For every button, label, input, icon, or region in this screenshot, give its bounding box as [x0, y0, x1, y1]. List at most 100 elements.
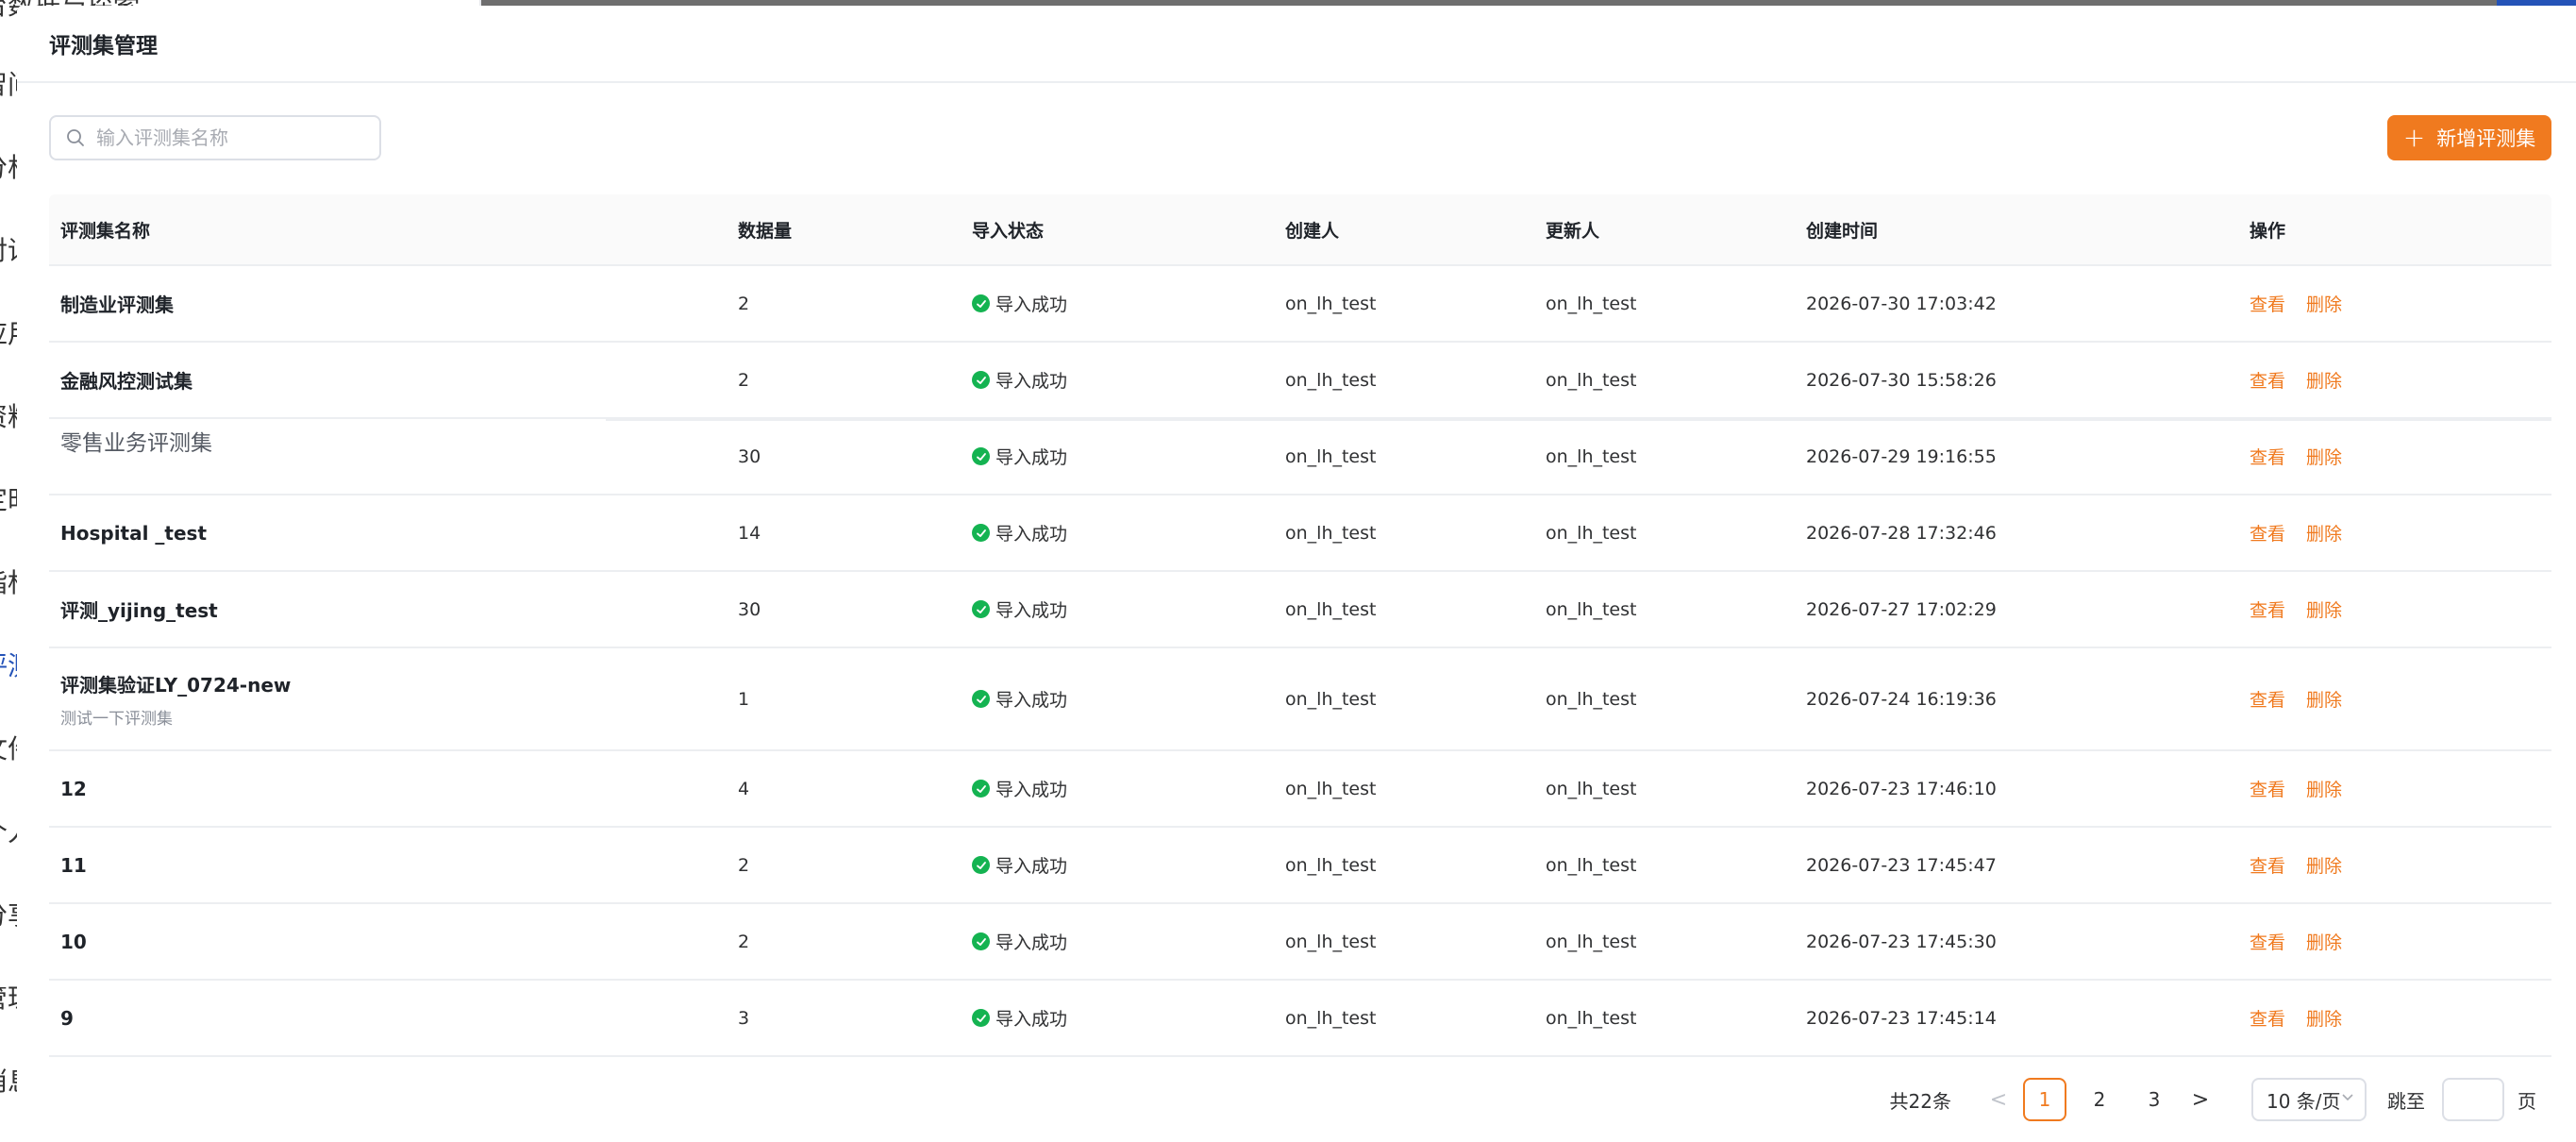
cell-count: 1: [738, 688, 750, 710]
table-row: 制造业评测集 2 导入成功 on_lh_test on_lh_test 2026-07-3…: [49, 266, 2551, 343]
pagination-page-2[interactable]: 2: [2078, 1078, 2121, 1121]
table-row: 评测集验证LY_0724-new 测试一下评测集 1 导入成功 on_lh_test on…: [49, 648, 2551, 751]
cell-status: 导入成功: [961, 1005, 1274, 1031]
cell-actions: 查看 删除: [2238, 291, 2551, 316]
view-button[interactable]: 查看: [2250, 371, 2285, 392]
view-button[interactable]: 查看: [2250, 294, 2285, 315]
evaluation-set-name: Hospital _test: [60, 521, 208, 545]
delete-button[interactable]: 删除: [2306, 932, 2342, 953]
view-button[interactable]: 查看: [2250, 932, 2285, 953]
cell-created-time: 2026-07-28 17:32:46: [1806, 522, 1997, 544]
cell-actions: 查看 删除: [2238, 1005, 2551, 1031]
cell-updater: on_lh_test: [1546, 688, 1637, 710]
evaluation-set-name: 金融风控测试集: [60, 370, 192, 393]
cell-actions: 查看 删除: [2238, 596, 2551, 622]
cell-updater: on_lh_test: [1546, 369, 1637, 391]
status-text: 导入成功: [995, 780, 1068, 800]
view-button[interactable]: 查看: [2250, 600, 2285, 621]
cell-status: 导入成功: [961, 444, 1274, 469]
delete-button[interactable]: 删除: [2306, 856, 2342, 877]
evaluation-set-name: 12: [60, 777, 87, 800]
check-circle-icon: [972, 447, 990, 465]
check-circle-icon: [972, 780, 990, 798]
delete-button[interactable]: 删除: [2306, 371, 2342, 392]
table-row: 金融风控测试集 2 导入成功 on_lh_test on_lh_test 2026-07-…: [49, 343, 2551, 419]
status-badge: 导入成功: [972, 444, 1274, 469]
view-button[interactable]: 查看: [2250, 690, 2285, 711]
table-row: 9 3 导入成功 on_lh_test on_lh_test 2026-07-23 17:…: [49, 981, 2551, 1057]
view-button[interactable]: 查看: [2250, 524, 2285, 545]
status-text: 导入成功: [995, 690, 1068, 711]
add-evaluation-set-button[interactable]: + 新增评测集: [2387, 115, 2551, 160]
delete-button[interactable]: 删除: [2306, 524, 2342, 545]
delete-button[interactable]: 删除: [2306, 1009, 2342, 1030]
column-header-creator: 创建人: [1285, 220, 1340, 242]
cell-status: 导入成功: [961, 929, 1274, 954]
status-text: 导入成功: [995, 524, 1068, 545]
page-size-select[interactable]: 10 条/页: [2251, 1078, 2367, 1121]
view-button[interactable]: 查看: [2250, 856, 2285, 877]
column-header-name: 评测集名称: [60, 220, 151, 242]
cell-updater: on_lh_test: [1546, 445, 1637, 467]
cell-creator: on_lh_test: [1285, 688, 1377, 710]
pagination-page-3[interactable]: 3: [2133, 1078, 2176, 1121]
cell-count: 30: [738, 598, 761, 620]
table-row: 零售业务评测集 30 导入成功 on_lh_test on_lh_test 2026-07…: [49, 419, 2551, 495]
status-badge: 导入成功: [972, 520, 1274, 546]
cell-count: 2: [738, 293, 750, 314]
view-button[interactable]: 查看: [2250, 1009, 2285, 1030]
cell-updater: on_lh_test: [1546, 293, 1637, 314]
pagination: 共22条 < 1 2 3 > 10 条/页 跳至 页: [1890, 1076, 2536, 1123]
cell-created-time: 2026-07-30 15:58:26: [1806, 369, 1997, 391]
cell-creator: on_lh_test: [1285, 293, 1377, 314]
cell-updater: on_lh_test: [1546, 522, 1637, 544]
delete-button[interactable]: 删除: [2306, 600, 2342, 621]
cell-count: 3: [738, 1007, 750, 1029]
status-badge: 导入成功: [972, 291, 1274, 316]
cell-name: 金融风控测试集: [49, 366, 727, 394]
cell-creator: on_lh_test: [1285, 369, 1377, 391]
status-text: 导入成功: [995, 1009, 1068, 1030]
search-box[interactable]: [49, 115, 381, 160]
evaluation-set-modal: 评测集管理 + 新增评测集 评测集名称 数据量 导入状态 创建人 更新人 创建时…: [17, 6, 2576, 1142]
cell-created-time: 2026-07-23 17:46:10: [1806, 778, 1997, 799]
status-badge: 导入成功: [972, 1005, 1274, 1031]
table-row: 10 2 导入成功 on_lh_test on_lh_test 2026-07-23 17…: [49, 904, 2551, 981]
jump-page-input[interactable]: [2442, 1078, 2504, 1121]
jump-unit: 页: [2517, 1089, 2536, 1113]
cell-updater: on_lh_test: [1546, 854, 1637, 876]
status-badge: 导入成功: [972, 852, 1274, 878]
delete-button[interactable]: 删除: [2306, 294, 2342, 315]
cell-creator: on_lh_test: [1285, 522, 1377, 544]
pagination-next-button[interactable]: >: [2182, 1088, 2219, 1112]
column-header-count: 数据量: [738, 220, 793, 242]
delete-button[interactable]: 删除: [2306, 447, 2342, 468]
status-text: 导入成功: [995, 856, 1068, 877]
cell-status: 导入成功: [961, 596, 1274, 622]
cell-creator: on_lh_test: [1285, 778, 1377, 799]
row-divider: [606, 419, 2551, 421]
evaluation-set-name: 评测集验证LY_0724-new: [60, 673, 292, 697]
evaluation-set-name: 制造业评测集: [60, 294, 174, 316]
cell-created-time: 2026-07-23 17:45:47: [1806, 854, 1997, 876]
delete-button[interactable]: 删除: [2306, 780, 2342, 800]
status-badge: 导入成功: [972, 367, 1274, 393]
cell-actions: 查看 删除: [2238, 444, 2551, 469]
pagination-prev-button[interactable]: <: [1980, 1088, 2017, 1112]
status-text: 导入成功: [995, 932, 1068, 953]
search-icon: [67, 129, 84, 146]
cell-updater: on_lh_test: [1546, 778, 1637, 799]
cell-creator: on_lh_test: [1285, 931, 1377, 952]
delete-button[interactable]: 删除: [2306, 690, 2342, 711]
search-input[interactable]: [94, 126, 368, 150]
cell-creator: on_lh_test: [1285, 854, 1377, 876]
cell-updater: on_lh_test: [1546, 931, 1637, 952]
pagination-page-1[interactable]: 1: [2023, 1078, 2066, 1121]
cell-name: 10: [49, 931, 727, 953]
view-button[interactable]: 查看: [2250, 780, 2285, 800]
cell-count: 2: [738, 931, 750, 952]
add-button-label: 新增评测集: [2436, 127, 2536, 150]
cell-actions: 查看 删除: [2238, 367, 2551, 393]
view-button[interactable]: 查看: [2250, 447, 2285, 468]
cell-created-time: 2026-07-23 17:45:14: [1806, 1007, 1997, 1029]
